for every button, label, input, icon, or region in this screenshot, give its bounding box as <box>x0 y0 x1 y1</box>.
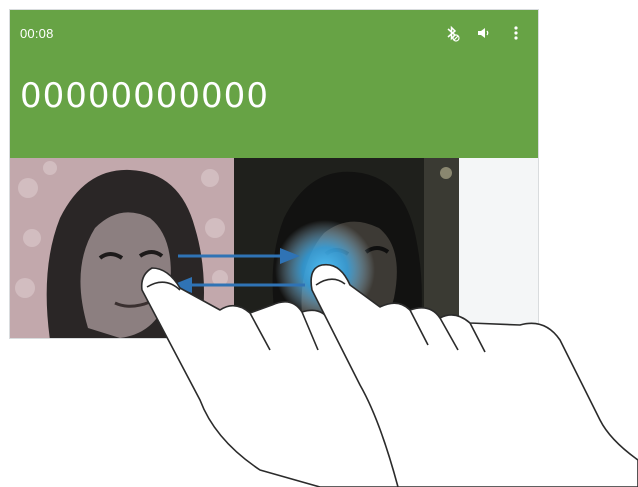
caller-video[interactable] <box>234 158 459 338</box>
bluetooth-off-icon[interactable] <box>444 24 460 42</box>
speaker-icon[interactable] <box>476 24 492 42</box>
call-timer: 00:08 <box>20 26 54 41</box>
my-video-preview[interactable] <box>10 158 234 338</box>
header-actions <box>444 22 524 44</box>
more-vert-icon[interactable] <box>508 24 524 42</box>
video-call-screen: 00:08 00000000000 <box>9 9 539 339</box>
caller-number: 00000000000 <box>20 76 269 116</box>
video-panel-blank <box>459 158 538 338</box>
call-header: 00:08 00000000000 <box>10 10 538 158</box>
